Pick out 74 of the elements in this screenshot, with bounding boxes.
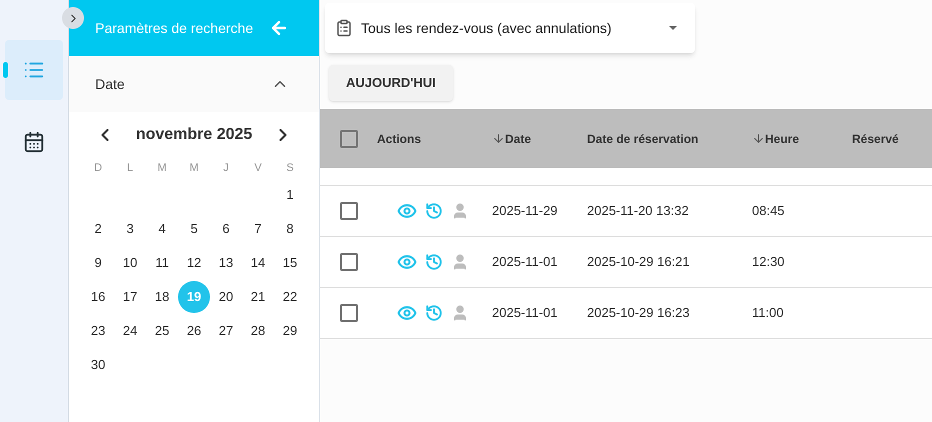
calendar-day[interactable]: 29 — [274, 315, 306, 347]
panel-title: Paramètres de recherche — [95, 18, 254, 38]
calendar-day[interactable]: 1 — [274, 179, 306, 211]
calendar-day[interactable]: 6 — [210, 213, 242, 245]
table-cell-text: 2025-10-29 16:23 — [587, 304, 691, 322]
table-cell-text: 12:30 — [752, 253, 786, 272]
table-cell-text: 2025-11-01 — [492, 304, 559, 322]
weekday-label: S — [285, 160, 295, 176]
column-header[interactable]: Réservé — [852, 130, 932, 148]
calendar-day[interactable]: 14 — [242, 247, 274, 279]
weekday-label: J — [222, 160, 230, 176]
column-header[interactable]: Date — [492, 130, 587, 148]
person-icon[interactable] — [451, 253, 469, 271]
dropdown-caret-icon — [669, 26, 677, 30]
table-cell-text: 2025-11-20 13:32 — [587, 202, 690, 220]
calendar-day[interactable]: 2 — [82, 213, 114, 245]
view-icon[interactable] — [397, 303, 417, 323]
month-label: novembre 2025 — [136, 125, 252, 145]
today-button[interactable]: AUJOURD'HUI — [329, 65, 453, 101]
appointment-filter[interactable]: Tous les rendez-vous (avec annulations) — [325, 3, 695, 53]
calendar-day[interactable]: 13 — [210, 247, 242, 279]
calendar-day[interactable]: 12 — [178, 247, 210, 279]
calendar-day[interactable]: 25 — [146, 315, 178, 347]
checkbox[interactable] — [340, 304, 358, 322]
calendar-day[interactable]: 26 — [178, 315, 210, 347]
weekday-label: M — [188, 160, 200, 176]
history-icon[interactable] — [425, 253, 443, 271]
calendar-day[interactable]: 30 — [82, 349, 114, 381]
table-cell-text: 08:45 — [752, 202, 786, 220]
view-icon[interactable] — [397, 201, 417, 221]
calendar-day[interactable]: 24 — [114, 315, 146, 347]
calendar-day[interactable]: 4 — [146, 213, 178, 245]
column-header[interactable]: Actions — [377, 130, 492, 148]
calendar-day[interactable]: 16 — [82, 281, 114, 313]
calendar-day[interactable]: 21 — [242, 281, 274, 313]
calendar-day[interactable]: 11 — [146, 247, 178, 279]
column-header[interactable]: Date de réservation — [587, 130, 752, 148]
active-indicator — [3, 62, 8, 78]
calendar-day[interactable]: 22 — [274, 281, 306, 313]
table-cell-text: 2025-10-29 16:21 — [587, 253, 691, 272]
calendar-day[interactable]: 7 — [242, 213, 274, 245]
calendar-day[interactable]: 3 — [114, 213, 146, 245]
checkbox[interactable] — [340, 202, 358, 220]
weekday-label: L — [126, 160, 134, 176]
person-icon[interactable] — [451, 304, 469, 322]
calendar-day[interactable]: 18 — [146, 281, 178, 313]
calendar-day[interactable]: 9 — [82, 247, 114, 279]
checkbox[interactable] — [340, 130, 358, 148]
column-header[interactable]: Heure — [752, 130, 852, 148]
calendar-day[interactable]: 8 — [274, 213, 306, 245]
table-cell-text: 2025-11-01 — [492, 253, 559, 272]
history-icon[interactable] — [425, 202, 443, 220]
section-label: Date — [95, 74, 125, 94]
weekday-label: D — [93, 160, 104, 176]
checkbox[interactable] — [340, 253, 358, 271]
calendar-icon — [23, 131, 46, 153]
calendar-day[interactable]: 17 — [114, 281, 146, 313]
table-cell-text: 11:00 — [752, 304, 785, 322]
calendar-day[interactable]: 28 — [242, 315, 274, 347]
calendar-day[interactable]: 15 — [274, 247, 306, 279]
weekday-label: M — [156, 160, 168, 176]
calendar-day[interactable]: 5 — [178, 213, 210, 245]
calendar-day[interactable]: 10 — [114, 247, 146, 279]
clipboard-icon — [335, 19, 353, 37]
calendar-day[interactable]: 20 — [210, 281, 242, 313]
table-cell-text: 2025-11-29 — [492, 202, 559, 220]
date-section-header[interactable]: Date — [69, 56, 319, 112]
calendar-day[interactable]: 27 — [210, 315, 242, 347]
view-icon[interactable] — [397, 252, 417, 272]
person-icon[interactable] — [451, 202, 469, 220]
filter-value: Tous les rendez-vous (avec annulations) — [361, 18, 613, 38]
history-icon[interactable] — [425, 304, 443, 322]
calendar-day[interactable]: 23 — [82, 315, 114, 347]
weekday-label: V — [253, 160, 263, 176]
